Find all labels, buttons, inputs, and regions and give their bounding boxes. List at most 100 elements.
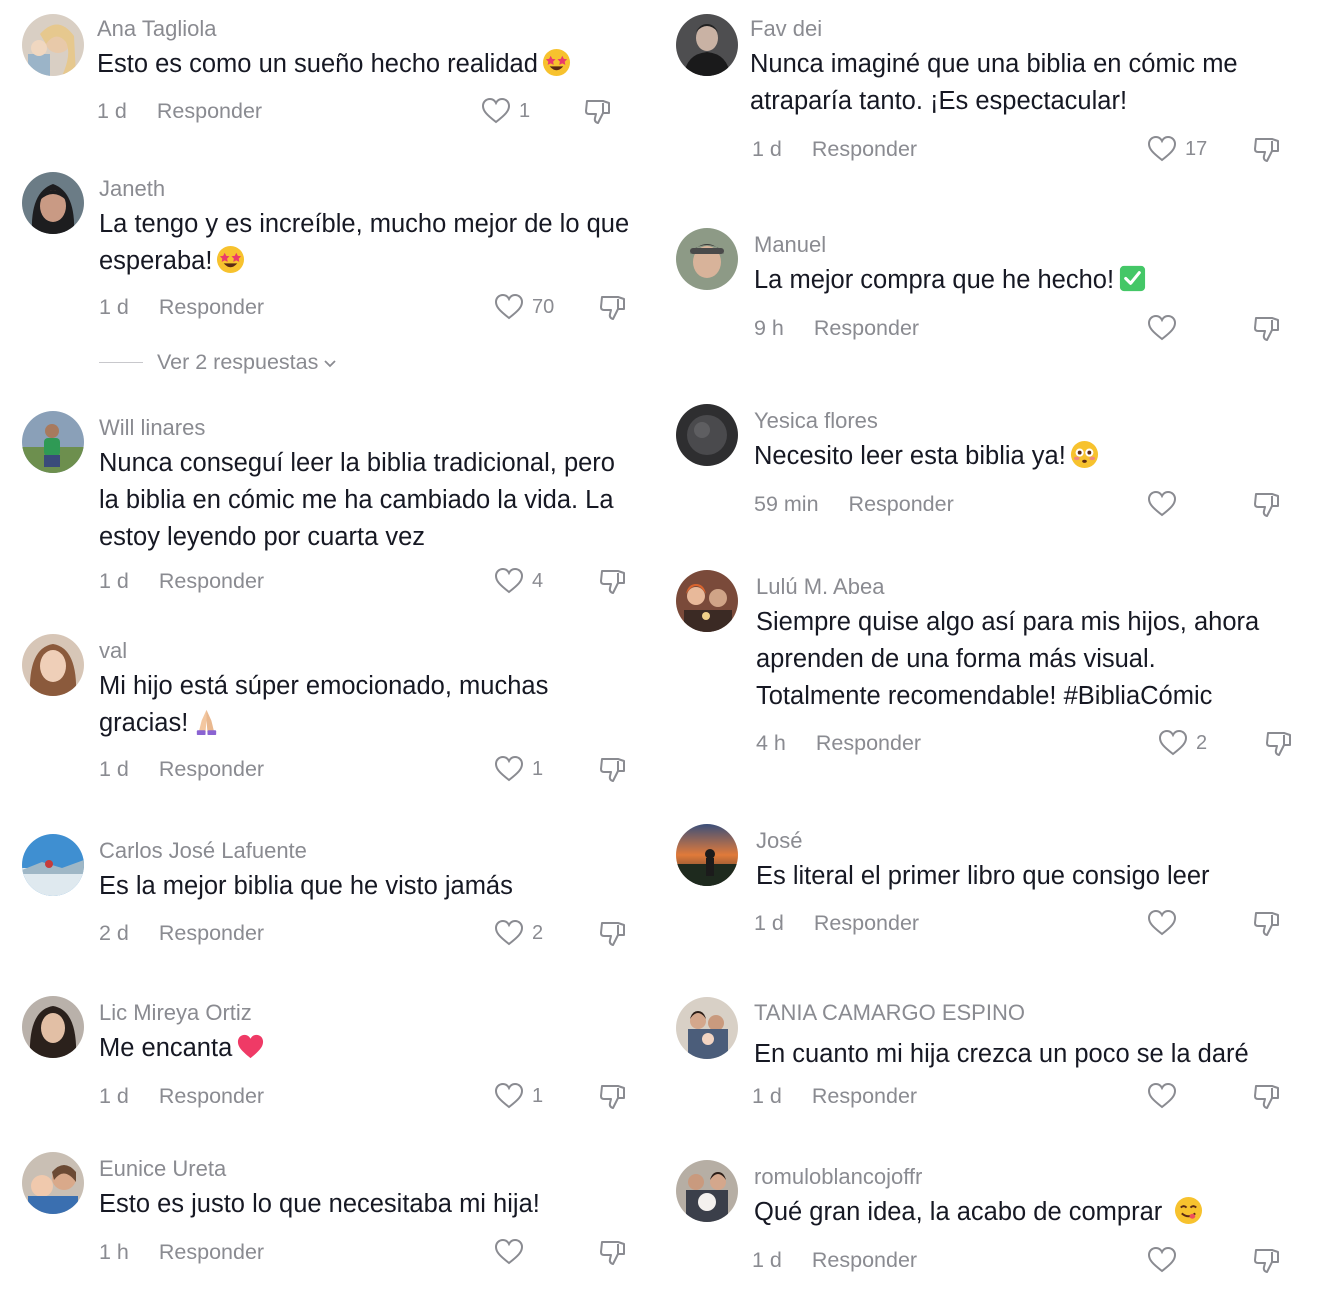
avatar[interactable] <box>22 411 84 473</box>
dislike-button[interactable] <box>598 918 628 948</box>
reply-button[interactable]: Responder <box>812 137 917 162</box>
reply-button[interactable]: Responder <box>814 911 919 936</box>
like-count: 70 <box>532 295 555 318</box>
avatar[interactable] <box>22 172 84 234</box>
like-button[interactable]: 4 <box>494 566 543 596</box>
comment-time: 1 d <box>99 756 129 781</box>
username[interactable]: TANIA CAMARGO ESPINO <box>754 1000 1294 1026</box>
comment-text: Qué gran idea, la acabo de comprar <box>754 1194 1294 1231</box>
like-button[interactable]: 17 <box>1147 134 1207 164</box>
heart-outline-icon <box>494 919 524 947</box>
dislike-button[interactable] <box>1252 313 1282 343</box>
comment-time: 1 d <box>754 910 784 935</box>
like-button[interactable] <box>1147 489 1177 519</box>
reply-button[interactable]: Responder <box>814 316 919 341</box>
comment-time: 1 d <box>99 568 129 593</box>
avatar[interactable] <box>676 997 738 1059</box>
comment-time: 1 d <box>752 1247 782 1272</box>
dislike-button[interactable] <box>598 292 628 322</box>
thumbs-down-icon <box>1252 908 1282 938</box>
dislike-button[interactable] <box>598 1237 628 1267</box>
comment-text: Mi hijo está súper emocionado, muchas gr… <box>99 672 549 737</box>
thumbs-down-icon <box>598 1237 628 1267</box>
reply-button[interactable]: Responder <box>812 1084 917 1109</box>
like-button[interactable]: 70 <box>494 292 554 322</box>
avatar[interactable] <box>676 824 738 886</box>
avatar[interactable] <box>22 834 84 896</box>
avatar[interactable] <box>22 634 84 696</box>
reply-button[interactable]: Responder <box>159 295 264 320</box>
avatar[interactable] <box>676 14 738 76</box>
like-button[interactable] <box>1147 1245 1177 1275</box>
like-button[interactable]: 2 <box>1158 728 1207 758</box>
dislike-button[interactable] <box>1252 1245 1282 1275</box>
like-button[interactable] <box>1147 908 1177 938</box>
username[interactable]: Yesica flores <box>754 408 1274 434</box>
avatar[interactable] <box>676 570 738 632</box>
avatar[interactable] <box>22 996 84 1058</box>
thumbs-down-icon <box>1252 134 1282 164</box>
like-button[interactable]: 2 <box>494 918 543 948</box>
like-button[interactable] <box>1147 313 1177 343</box>
dislike-button[interactable] <box>1252 908 1282 938</box>
reply-button[interactable]: Responder <box>816 731 921 756</box>
like-button[interactable]: 1 <box>494 754 543 784</box>
username[interactable]: Fav dei <box>750 16 1310 42</box>
dislike-button[interactable] <box>598 1081 628 1111</box>
comment-text: Siempre quise algo así para mis hijos, a… <box>756 608 1260 710</box>
dislike-button[interactable] <box>1252 1081 1282 1111</box>
reply-button[interactable]: Responder <box>157 99 262 124</box>
like-button[interactable]: 1 <box>481 96 530 126</box>
username[interactable]: val <box>99 638 639 664</box>
username[interactable]: Will linares <box>99 415 639 441</box>
avatar[interactable] <box>676 1160 738 1222</box>
username[interactable]: Carlos José Lafuente <box>99 838 639 864</box>
thumbs-down-icon <box>1252 313 1282 343</box>
reply-button[interactable]: Responder <box>159 757 264 782</box>
username[interactable]: romuloblancojoffr <box>754 1164 1294 1190</box>
comment-time: 1 h <box>99 1239 129 1264</box>
dislike-button[interactable] <box>583 96 613 126</box>
comment-time: 1 d <box>99 1083 129 1108</box>
avatar[interactable] <box>22 14 84 76</box>
avatar[interactable] <box>676 404 738 466</box>
heart-outline-icon <box>1147 490 1177 518</box>
comment-time: 59 min <box>754 491 819 516</box>
username[interactable]: Manuel <box>754 232 1274 258</box>
reply-button[interactable]: Responder <box>159 1240 264 1265</box>
like-button[interactable] <box>494 1237 524 1267</box>
star-struck-icon <box>542 48 571 77</box>
like-button[interactable]: 1 <box>494 1081 543 1111</box>
heart-outline-icon <box>494 293 524 321</box>
avatar[interactable] <box>22 1152 84 1214</box>
dislike-button[interactable] <box>598 566 628 596</box>
username[interactable]: Lulú M. Abea <box>756 574 1276 600</box>
username[interactable]: Eunice Ureta <box>99 1156 639 1182</box>
thumbs-down-icon <box>598 754 628 784</box>
heart-icon <box>236 1032 265 1061</box>
heart-outline-icon <box>1147 1082 1177 1110</box>
check-mark-icon <box>1118 264 1147 293</box>
heart-outline-icon <box>494 567 524 595</box>
reply-button[interactable]: Responder <box>812 1248 917 1273</box>
dislike-button[interactable] <box>1264 728 1294 758</box>
reply-button[interactable]: Responder <box>159 569 264 594</box>
avatar[interactable] <box>676 228 738 290</box>
heart-outline-icon <box>1147 1246 1177 1274</box>
username[interactable]: Lic Mireya Ortiz <box>99 1000 639 1026</box>
username[interactable]: José <box>756 828 1276 854</box>
dislike-button[interactable] <box>1252 489 1282 519</box>
comment-text: Es la mejor biblia que he visto jamás <box>99 872 513 900</box>
like-count: 4 <box>532 569 544 592</box>
comment-time: 2 d <box>99 920 129 945</box>
view-replies-button[interactable]: Ver 2 respuestas <box>99 350 338 375</box>
dislike-button[interactable] <box>1252 134 1282 164</box>
username[interactable]: Janeth <box>99 176 639 202</box>
username[interactable]: Ana Tagliola <box>97 16 627 42</box>
dislike-button[interactable] <box>598 754 628 784</box>
reply-button[interactable]: Responder <box>159 921 264 946</box>
reply-button[interactable]: Responder <box>849 492 954 517</box>
comment-text: Nunca conseguí leer la biblia tradiciona… <box>99 449 615 551</box>
like-button[interactable] <box>1147 1081 1177 1111</box>
reply-button[interactable]: Responder <box>159 1084 264 1109</box>
